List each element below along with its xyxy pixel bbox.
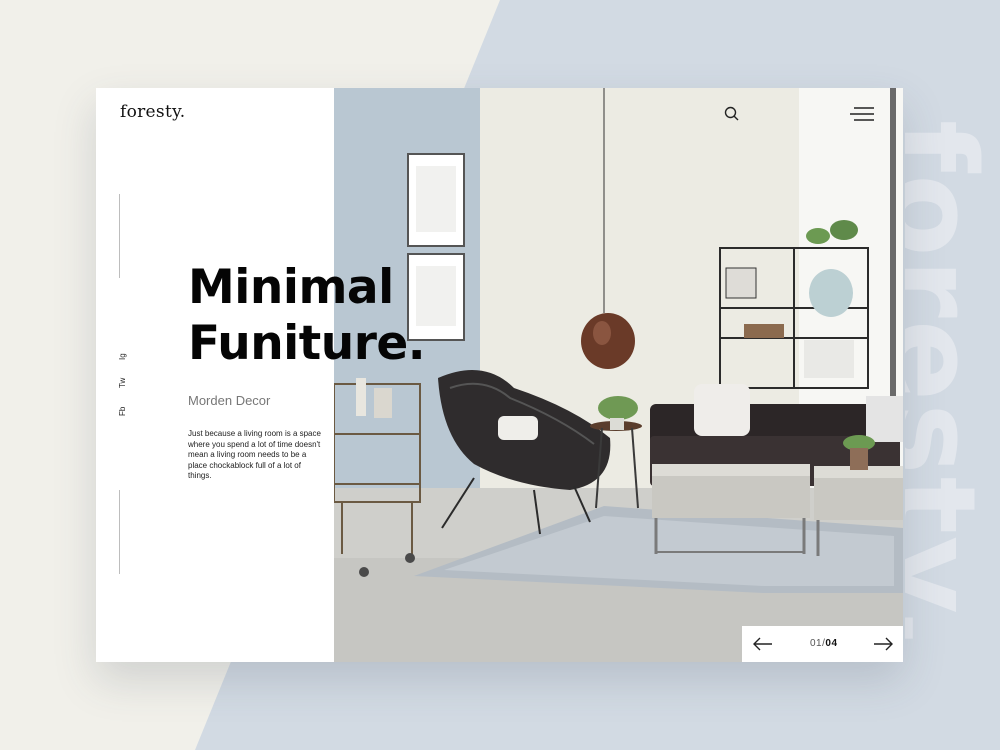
social-link-fb[interactable]: Fb	[118, 407, 127, 416]
hero-description: Just because a living room is a space wh…	[188, 429, 321, 480]
slide-total: 04	[825, 638, 838, 649]
landing-card: foresty. Fb Tw Ig Minimal Funiture. Mord…	[96, 88, 903, 662]
hero-subtitle: Morden Decor	[188, 393, 271, 408]
social-links: Fb Tw Ig	[118, 346, 128, 418]
social-link-tw[interactable]: Tw	[118, 378, 127, 388]
divider-bottom	[119, 490, 120, 574]
hero-living-room-image	[334, 88, 903, 662]
headline-line-1: Minimal	[188, 260, 394, 315]
brand-logo[interactable]: foresty.	[120, 102, 185, 122]
search-icon[interactable]	[722, 104, 742, 124]
slide-pager: 01/04	[742, 626, 903, 662]
arrow-left-icon[interactable]	[752, 635, 774, 653]
headline-line-2: Funiture.	[188, 316, 426, 371]
hamburger-menu-icon[interactable]	[848, 105, 876, 123]
background-brand-watermark: foresty.	[905, 120, 1000, 653]
hero-headline: Minimal Funiture.	[188, 260, 426, 372]
arrow-right-icon[interactable]	[872, 635, 894, 653]
slide-counter: 01/04	[810, 638, 838, 649]
divider-top	[119, 194, 120, 278]
social-link-ig[interactable]: Ig	[118, 353, 127, 360]
slide-current: 01	[810, 638, 823, 649]
